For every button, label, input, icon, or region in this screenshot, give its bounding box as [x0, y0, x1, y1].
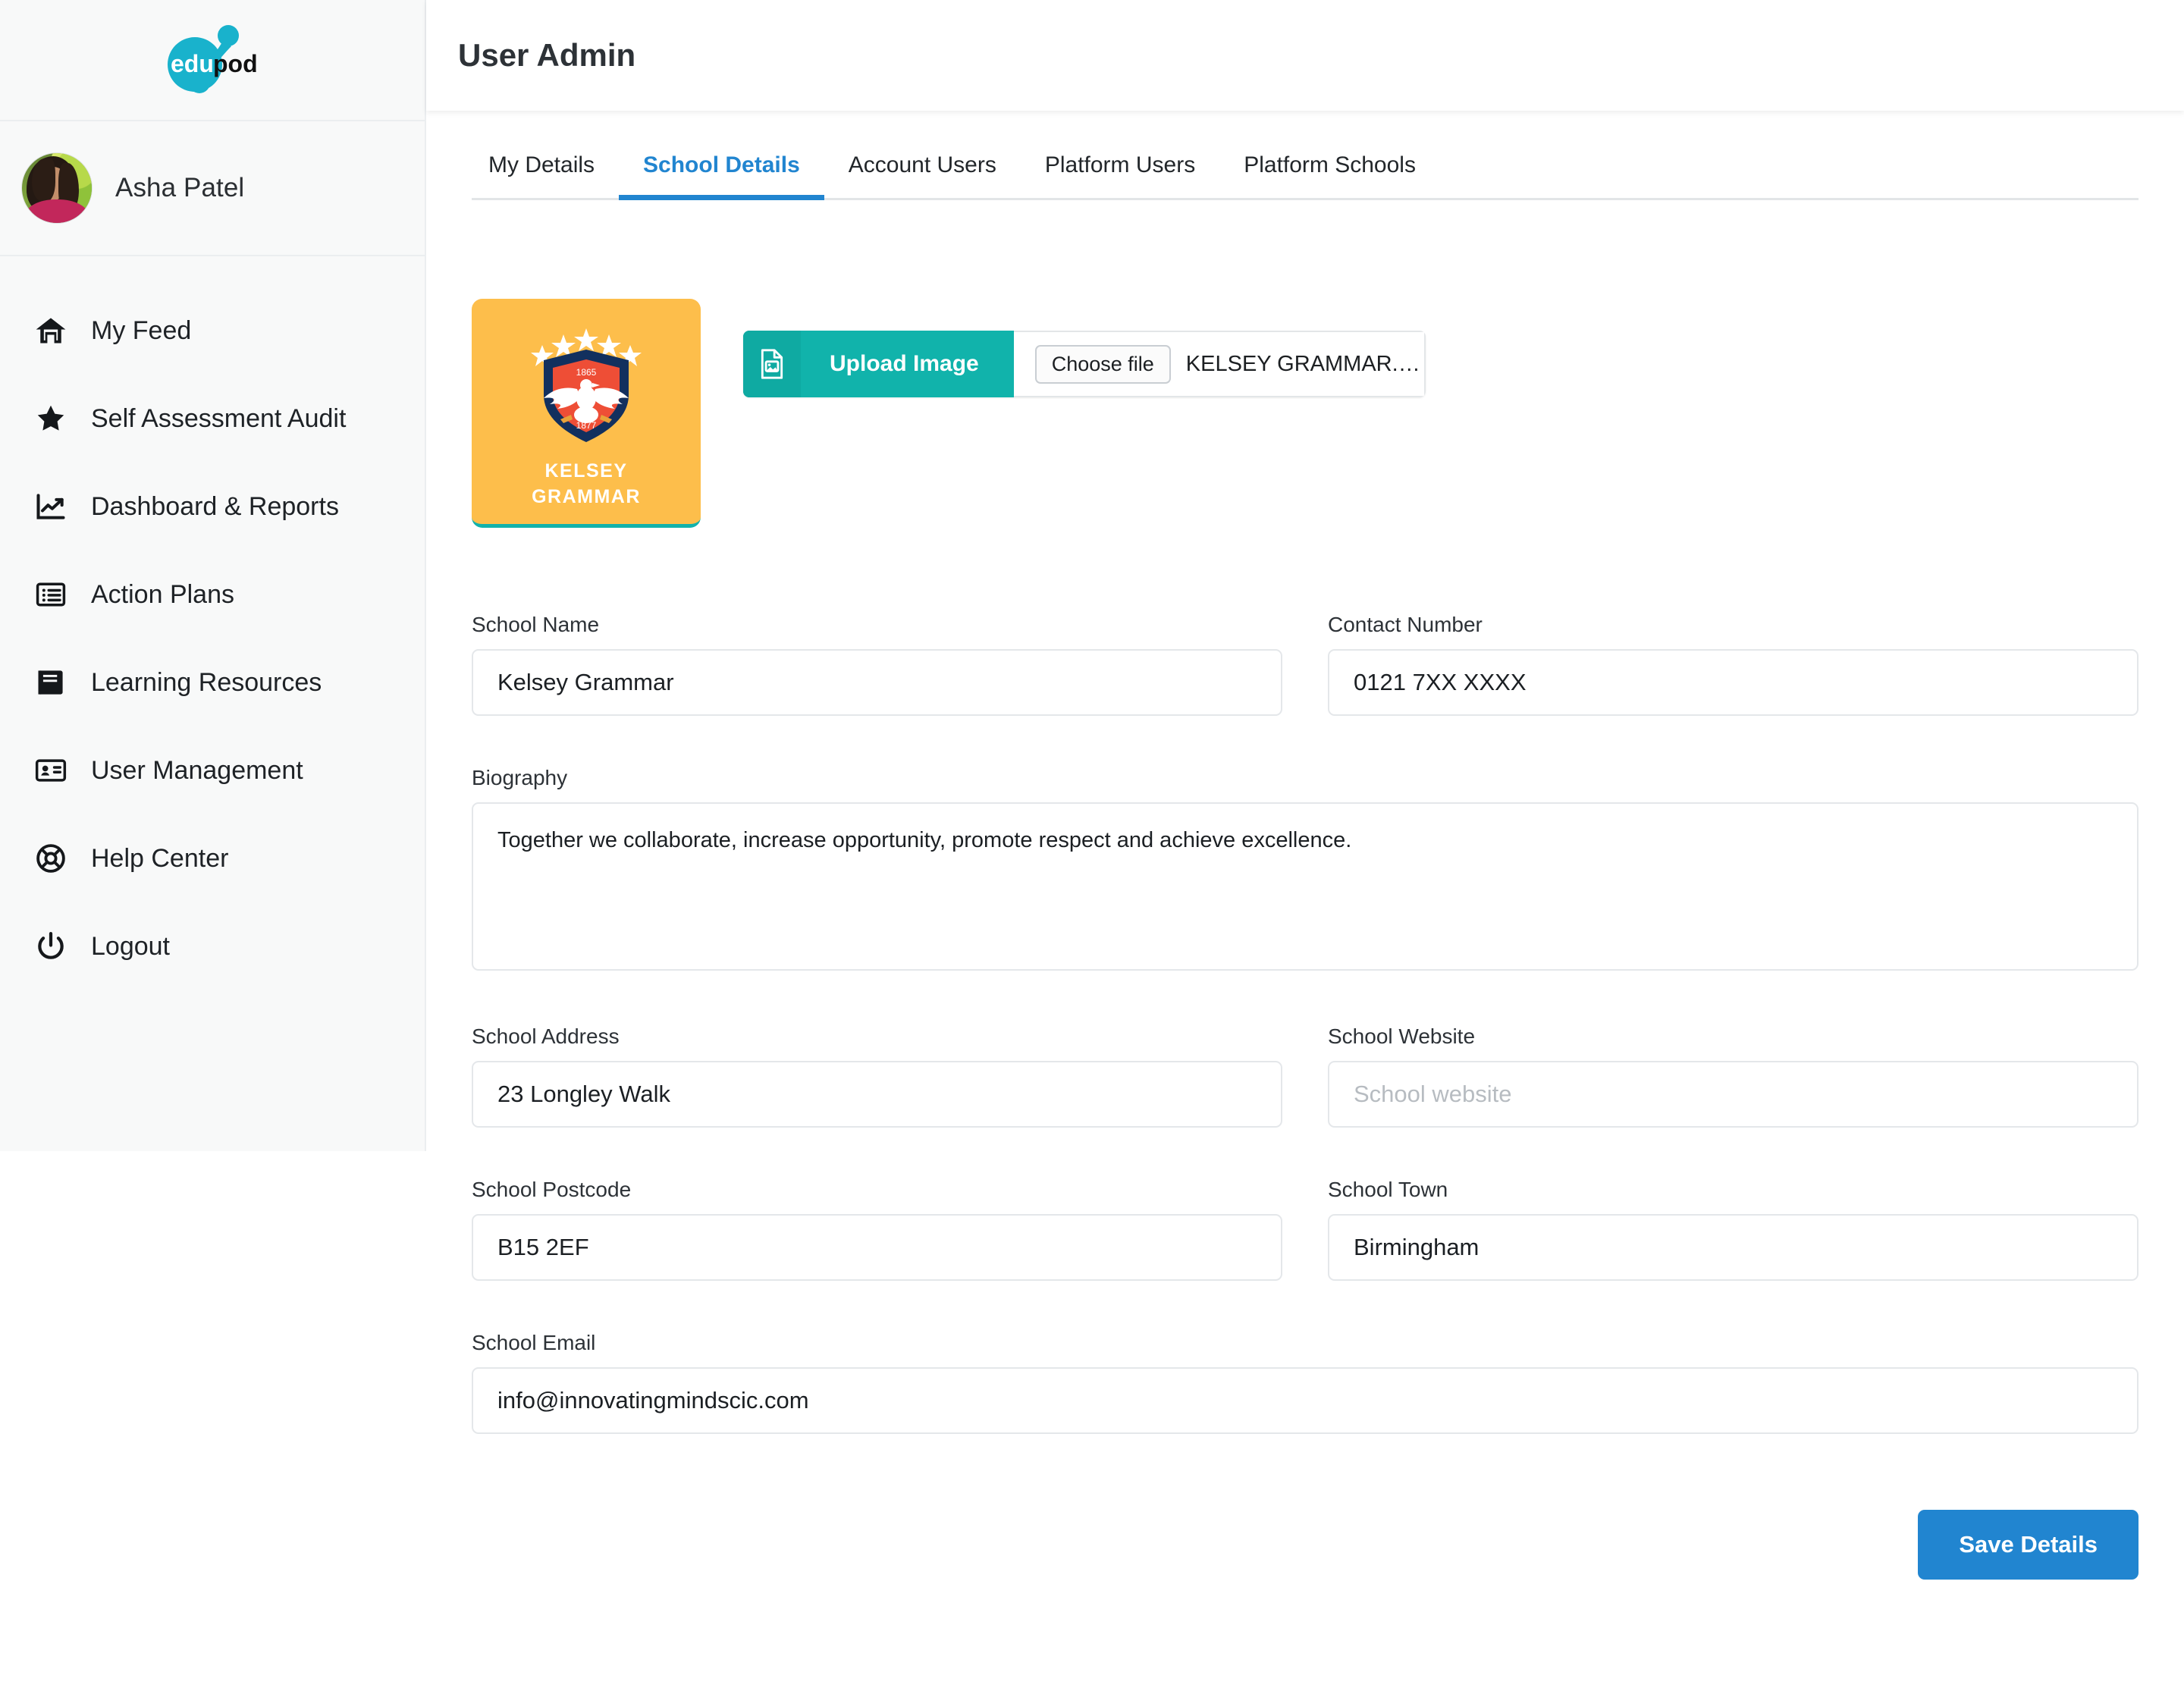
main-content: User Admin My Details School Details Acc… — [426, 0, 2184, 1688]
crest-year-bottom: 1877 — [576, 420, 597, 431]
tab-school-details[interactable]: School Details — [619, 152, 824, 200]
edupod-logo-svg: edu pod — [168, 25, 258, 93]
school-details-form: School Name Contact Number Biography — [472, 613, 2138, 1640]
sidebar-item-my-feed[interactable]: My Feed — [0, 287, 426, 375]
school-town-label: School Town — [1328, 1178, 1448, 1201]
home-icon — [33, 313, 68, 348]
sidebar-item-user-management[interactable]: User Management — [0, 726, 426, 814]
tab-bar: My Details School Details Account Users … — [472, 152, 2138, 200]
form-row-email: School Email — [472, 1331, 2138, 1434]
app-root: edu pod Asha Patel My Feed Self Assessme… — [0, 0, 2184, 1688]
contact-number-input[interactable] — [1328, 649, 2138, 716]
top-bar: User Admin — [426, 0, 2184, 111]
avatar — [21, 152, 93, 224]
sidebar-item-label: My Feed — [91, 315, 192, 345]
file-input-field[interactable]: Choose file KELSEY GRAMMAR.png — [1013, 331, 1426, 397]
svg-text:pod: pod — [213, 50, 258, 77]
svg-text:edu: edu — [171, 50, 214, 77]
tabs-container: My Details School Details Account Users … — [426, 152, 2184, 200]
field-school-website: School Website — [1328, 1024, 2138, 1128]
edupod-logo-icon: edu pod — [152, 24, 274, 96]
sidebar-item-learning-resources[interactable]: Learning Resources — [0, 638, 426, 726]
field-contact-number: Contact Number — [1328, 613, 2138, 716]
sidebar-item-label: Logout — [91, 931, 170, 961]
biography-label: Biography — [472, 766, 568, 789]
school-logo-preview: 1865 1877 KELSEY GRAMMAR — [472, 299, 701, 528]
sidebar-item-dashboard-reports[interactable]: Dashboard & Reports — [0, 463, 426, 551]
crest-year-top: 1865 — [576, 367, 597, 378]
school-address-label: School Address — [472, 1024, 620, 1048]
field-biography: Biography — [472, 766, 2138, 974]
form-actions: Save Details — [472, 1510, 2138, 1640]
crest-name: KELSEY GRAMMAR — [532, 459, 641, 510]
crest-name-line2: GRAMMAR — [532, 485, 641, 507]
contact-number-label: Contact Number — [1328, 613, 1483, 636]
list-icon — [33, 577, 68, 612]
school-crest-icon: 1865 1877 — [531, 328, 642, 442]
lifebuoy-icon — [33, 841, 68, 876]
biography-textarea[interactable] — [472, 802, 2138, 971]
form-row-name-contact: School Name Contact Number — [472, 613, 2138, 716]
sidebar-item-label: Help Center — [91, 843, 229, 873]
school-email-input[interactable] — [472, 1367, 2138, 1434]
school-details-panel: 1865 1877 KELSEY GRAMMAR Upload Image Ch… — [426, 299, 2184, 1640]
file-image-icon — [743, 331, 801, 397]
field-school-address: School Address — [472, 1024, 1282, 1128]
school-postcode-input[interactable] — [472, 1214, 1282, 1281]
chart-line-icon — [33, 489, 68, 524]
sidebar-item-label: Dashboard & Reports — [91, 491, 339, 521]
upload-image-label: Upload Image — [830, 351, 979, 376]
brand-row: 1865 1877 KELSEY GRAMMAR Upload Image Ch… — [472, 299, 2138, 528]
sidebar-item-label: User Management — [91, 755, 303, 785]
upload-image-button[interactable]: Upload Image — [743, 331, 1014, 397]
school-name-input[interactable] — [472, 649, 1282, 716]
star-icon — [33, 401, 68, 436]
save-details-button[interactable]: Save Details — [1918, 1510, 2138, 1580]
sidebar: edu pod Asha Patel My Feed Self Assessme… — [0, 0, 426, 1688]
book-icon — [33, 665, 68, 700]
tab-my-details[interactable]: My Details — [472, 152, 619, 198]
id-card-icon — [33, 753, 68, 788]
field-school-town: School Town — [1328, 1178, 2138, 1281]
tab-account-users[interactable]: Account Users — [824, 152, 1021, 198]
sidebar-item-label: Action Plans — [91, 579, 234, 609]
school-address-input[interactable] — [472, 1061, 1282, 1128]
selected-file-name: KELSEY GRAMMAR.png — [1185, 351, 1424, 376]
school-town-input[interactable] — [1328, 1214, 2138, 1281]
sidebar-item-logout[interactable]: Logout — [0, 902, 426, 990]
tab-platform-users[interactable]: Platform Users — [1021, 152, 1219, 198]
field-school-email: School Email — [472, 1331, 2138, 1434]
field-school-name: School Name — [472, 613, 1282, 716]
form-row-biography: Biography — [472, 766, 2138, 974]
page-title: User Admin — [458, 37, 636, 73]
user-name: Asha Patel — [115, 173, 245, 202]
school-name-label: School Name — [472, 613, 600, 636]
form-row-address-website: School Address School Website — [472, 1024, 2138, 1128]
school-website-input[interactable] — [1328, 1061, 2138, 1128]
sidebar-item-self-assessment-audit[interactable]: Self Assessment Audit — [0, 375, 426, 463]
sidebar-item-label: Learning Resources — [91, 667, 322, 697]
sidebar-item-action-plans[interactable]: Action Plans — [0, 551, 426, 638]
crest-name-line1: KELSEY — [544, 460, 628, 482]
power-icon — [33, 929, 68, 964]
sidebar-user[interactable]: Asha Patel — [0, 121, 426, 256]
sidebar-item-help-center[interactable]: Help Center — [0, 814, 426, 902]
tab-platform-schools[interactable]: Platform Schools — [1219, 152, 1440, 198]
school-website-label: School Website — [1328, 1024, 1476, 1048]
school-postcode-label: School Postcode — [472, 1178, 632, 1201]
form-row-postcode-town: School Postcode School Town — [472, 1178, 2138, 1281]
choose-file-button[interactable]: Choose file — [1034, 344, 1171, 384]
sidebar-item-label: Self Assessment Audit — [91, 403, 347, 433]
field-school-postcode: School Postcode — [472, 1178, 1282, 1281]
app-logo[interactable]: edu pod — [0, 0, 426, 121]
upload-image-group: Upload Image Choose file KELSEY GRAMMAR.… — [743, 331, 1426, 397]
sidebar-nav: My Feed Self Assessment Audit Dashboard … — [0, 256, 426, 990]
school-email-label: School Email — [472, 1331, 596, 1354]
